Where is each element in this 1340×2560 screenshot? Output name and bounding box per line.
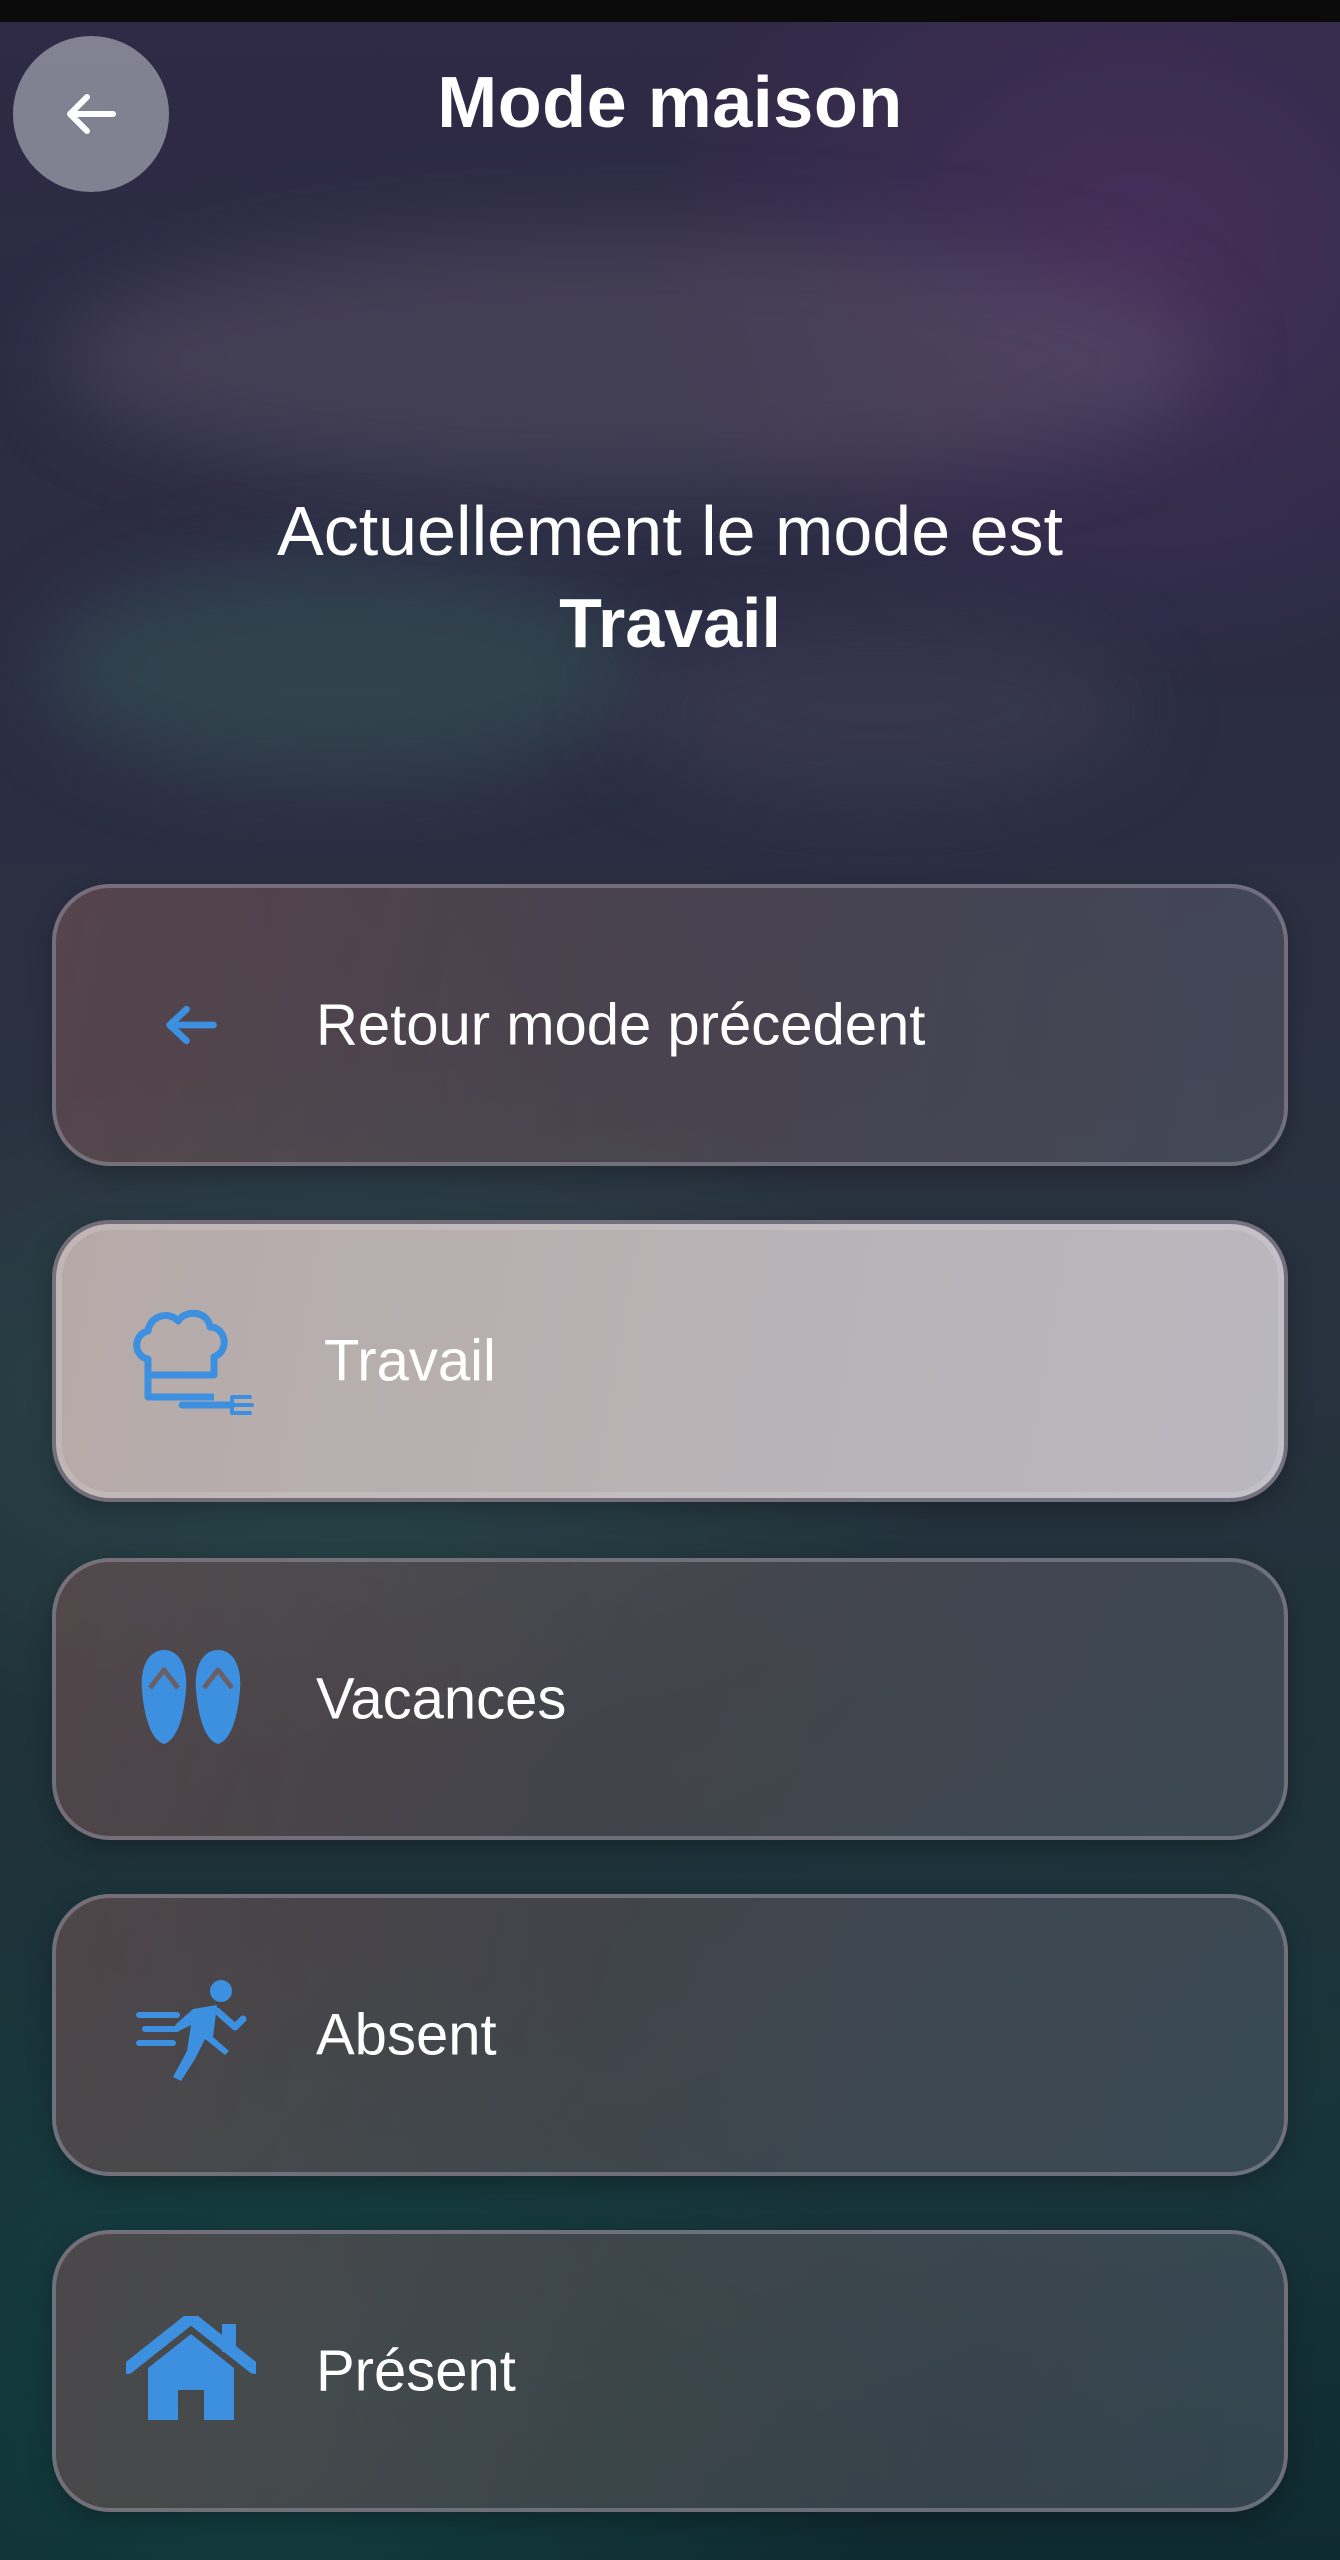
mode-button-previous[interactable]: Retour mode précedent bbox=[52, 884, 1288, 1166]
status-bar bbox=[0, 0, 1340, 22]
mode-button-travail[interactable]: Travail bbox=[52, 1220, 1288, 1502]
background-haze bbox=[60, 230, 1210, 490]
mode-label: Présent bbox=[316, 2338, 516, 2404]
mode-button-absent[interactable]: Absent bbox=[52, 1894, 1288, 2176]
mode-label: Retour mode précedent bbox=[316, 992, 926, 1058]
running-person-icon bbox=[126, 1970, 256, 2100]
current-mode-caption: Actuellement le mode est bbox=[277, 492, 1063, 570]
mode-label: Vacances bbox=[316, 1666, 567, 1732]
current-mode-value: Travail bbox=[559, 584, 781, 662]
mode-label: Absent bbox=[316, 2002, 497, 2068]
mode-button-present[interactable]: Présent bbox=[52, 2230, 1288, 2512]
house-icon bbox=[126, 2306, 256, 2436]
mode-label: Travail bbox=[324, 1328, 496, 1394]
chef-hat-fork-icon bbox=[126, 1296, 256, 1426]
mode-button-vacances[interactable]: Vacances bbox=[52, 1558, 1288, 1840]
current-mode-status: Actuellement le mode est Travail bbox=[0, 485, 1340, 669]
arrow-left-icon bbox=[126, 960, 256, 1090]
page-title: Mode maison bbox=[437, 63, 903, 143]
flip-flops-icon bbox=[126, 1634, 256, 1764]
